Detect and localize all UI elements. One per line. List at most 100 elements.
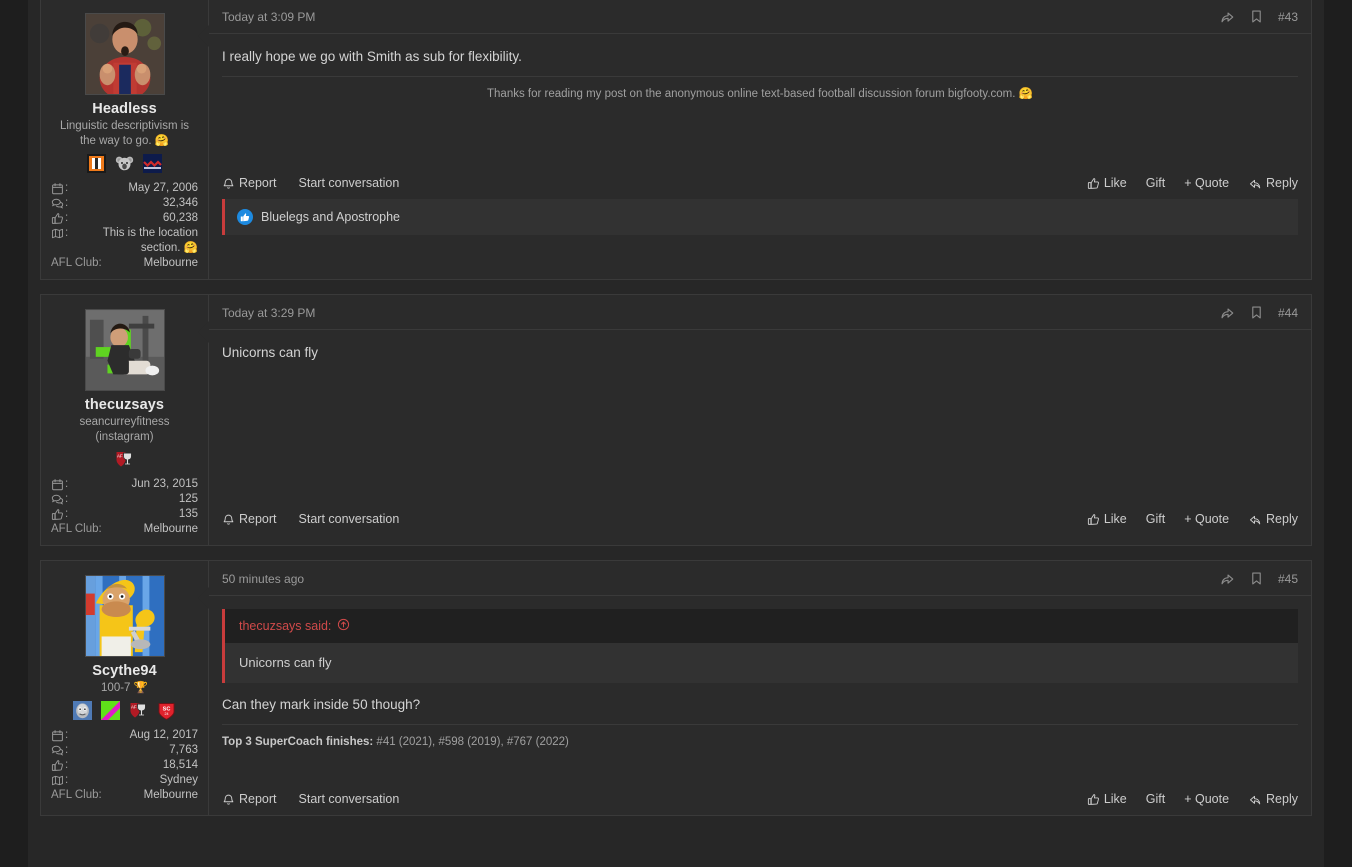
reply-arrow-icon — [1248, 177, 1262, 190]
reply-arrow-icon — [1248, 793, 1262, 806]
reactions-text: Bluelegs and Apostrophe — [261, 210, 400, 224]
username-link[interactable]: Headless — [51, 101, 198, 117]
badge-green-magenta-icon[interactable] — [101, 700, 120, 720]
gift-button[interactable]: Gift — [1146, 176, 1165, 190]
post-footer: Report Start conversation Like Gift + Quote R… — [209, 168, 1311, 199]
report-button[interactable]: Report — [222, 176, 277, 190]
quote-author[interactable]: thecuzsays said: — [225, 609, 1298, 643]
message-column: Today at 3:09 PM #43 I really hope we go w… — [198, 0, 1311, 279]
post-header-actions: #44 — [1220, 305, 1298, 320]
gift-button[interactable]: Gift — [1146, 512, 1165, 526]
share-icon[interactable] — [1220, 571, 1235, 586]
avatar-headless-afl-player[interactable] — [84, 13, 165, 95]
quote-button[interactable]: + Quote — [1184, 512, 1229, 526]
user-badges: AFL — [51, 449, 198, 469]
post-number[interactable]: #43 — [1278, 10, 1298, 24]
bookmark-icon[interactable] — [1250, 9, 1263, 24]
thumbsup-icon — [51, 508, 64, 521]
reply-button[interactable]: Reply — [1248, 512, 1298, 526]
user-title: Linguistic descriptivism is the way to g… — [59, 120, 190, 147]
messages-icon: : — [51, 196, 68, 211]
post-timestamp[interactable]: 50 minutes ago — [222, 572, 304, 586]
post-45: Scythe94 100-7 🏆 AFL SC 24: Aug 12, 2017: 7,76… — [40, 560, 1312, 816]
user-info-column: Scythe94 100-7 🏆 AFL SC 24: Aug 12, 2017: 7,76… — [41, 561, 209, 815]
post-number[interactable]: #45 — [1278, 572, 1298, 586]
footer-left-actions: Report Start conversation — [222, 176, 399, 190]
post-43: Headless Linguistic descriptivism is the … — [40, 0, 1312, 280]
post-timestamp[interactable]: Today at 3:29 PM — [222, 306, 315, 320]
post-signature: Thanks for reading my post on the anonym… — [222, 76, 1298, 102]
message-column: Today at 3:29 PM #44 Unicorns can fly Repor… — [198, 295, 1311, 545]
stat-row: : 135 — [51, 507, 198, 522]
badge-orange-pillars-icon[interactable] — [87, 153, 106, 173]
svg-text:24: 24 — [165, 712, 169, 716]
forum-thread-page: Headless Linguistic descriptivism is the … — [0, 0, 1352, 867]
body-filler — [222, 382, 1298, 500]
stat-colon: : — [65, 508, 69, 520]
stat-row: : 32,346 — [51, 196, 198, 211]
like-button[interactable]: Like — [1087, 176, 1127, 190]
username-link[interactable]: Scythe94 — [51, 663, 198, 679]
badge-supercoach-icon[interactable]: SC 24 — [157, 701, 176, 720]
calendar-icon — [51, 182, 64, 195]
stat-value: 18,514 — [162, 759, 198, 771]
badge-afl-trophy-icon[interactable]: AFL — [115, 450, 134, 469]
username-link[interactable]: thecuzsays — [51, 397, 198, 413]
thumbsup-icon: : — [51, 211, 68, 226]
post-header-actions: #45 — [1220, 571, 1298, 586]
post-text: Can they mark inside 50 though? — [222, 697, 421, 712]
post-header: Today at 3:29 PM #44 — [209, 295, 1311, 329]
map-icon — [51, 774, 64, 787]
report-button[interactable]: Report — [222, 792, 277, 806]
messages-icon — [51, 197, 64, 210]
stat-colon: : — [65, 212, 69, 224]
quote-button[interactable]: + Quote — [1184, 792, 1229, 806]
stat-colon: : — [65, 197, 69, 209]
reply-button[interactable]: Reply — [1248, 176, 1298, 190]
share-icon[interactable] — [1220, 9, 1235, 24]
bell-icon — [222, 513, 235, 526]
user-title: 100-7 🏆 — [101, 682, 148, 694]
thumbsup-icon — [51, 212, 64, 225]
post-footer: Report Start conversation Like Gift + Quote R… — [209, 784, 1311, 815]
reply-button[interactable]: Reply — [1248, 792, 1298, 806]
quote-jump-icon[interactable] — [337, 618, 350, 634]
stat-value: 32,346 — [162, 197, 198, 209]
signature-value: #41 (2021), #598 (2019), #767 (2022) — [373, 736, 569, 748]
post-body: Unicorns can fly — [209, 329, 1311, 504]
badge-afl-trophy-icon[interactable]: AFL — [129, 701, 148, 720]
stat-colon: : — [65, 774, 69, 786]
stat-value: Aug 12, 2017 — [129, 729, 198, 741]
report-button[interactable]: Report — [222, 512, 277, 526]
start-conversation-button[interactable]: Start conversation — [299, 176, 400, 190]
stat-value: 7,763 — [169, 744, 198, 756]
start-conversation-button[interactable]: Start conversation — [299, 792, 400, 806]
post-timestamp[interactable]: Today at 3:09 PM — [222, 10, 315, 24]
thumbsup-icon — [1087, 793, 1100, 806]
bookmark-icon[interactable] — [1250, 571, 1263, 586]
body-filler — [222, 102, 1298, 164]
badge-melbourne-demons-icon[interactable] — [143, 153, 162, 173]
reactions-bar[interactable]: Bluelegs and Apostrophe — [222, 199, 1298, 235]
post-number[interactable]: #44 — [1278, 306, 1298, 320]
map-icon: : — [51, 773, 68, 788]
signature-label: Top 3 SuperCoach finishes: — [222, 736, 374, 748]
calendar-icon: : — [51, 477, 68, 492]
quote-button[interactable]: + Quote — [1184, 176, 1229, 190]
like-button[interactable]: Like — [1087, 792, 1127, 806]
map-icon: : — [51, 226, 68, 241]
post-footer: Report Start conversation Like Gift + Quote R… — [209, 504, 1311, 535]
share-icon[interactable] — [1220, 305, 1235, 320]
avatar-thecuzsays-gym[interactable] — [84, 309, 165, 391]
badge-stone-face-icon[interactable] — [73, 700, 92, 720]
stat-colon: : — [65, 759, 69, 771]
gift-button[interactable]: Gift — [1146, 792, 1165, 806]
report-label: Report — [239, 792, 277, 806]
avatar-scythe94-homer[interactable] — [84, 575, 165, 657]
start-conversation-button[interactable]: Start conversation — [299, 512, 400, 526]
stat-colon: : — [65, 182, 69, 194]
stat-row-club: AFL Club: Melbourne — [51, 256, 198, 271]
badge-koala-icon[interactable] — [115, 154, 134, 173]
bookmark-icon[interactable] — [1250, 305, 1263, 320]
like-button[interactable]: Like — [1087, 512, 1127, 526]
